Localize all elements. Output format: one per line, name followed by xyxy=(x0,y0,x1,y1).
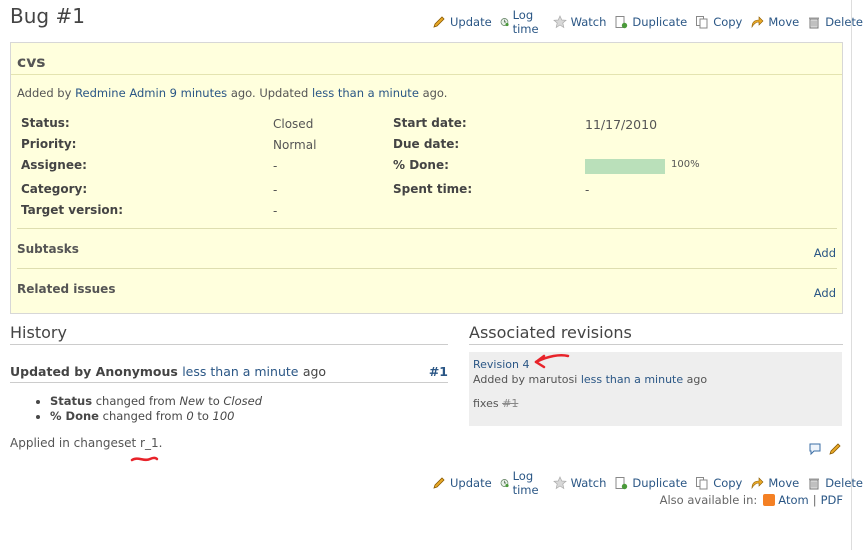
journal-number-link[interactable]: #1 xyxy=(429,364,448,379)
subject-divider xyxy=(11,74,842,75)
changeset-ref: r_1 xyxy=(140,436,159,450)
spent-time-value: - xyxy=(585,183,590,197)
category-value: - xyxy=(273,183,278,197)
journal-underline xyxy=(10,382,448,383)
revisions-heading-underline xyxy=(469,344,843,345)
revisions-heading: Associated revisions xyxy=(469,323,632,342)
progress-percent: 100% xyxy=(671,159,700,170)
delete-button[interactable]: Delete xyxy=(807,476,863,490)
due-date-label: Due date: xyxy=(393,137,460,151)
progress-bar-fill xyxy=(585,159,665,174)
subtasks-label: Subtasks xyxy=(17,242,79,256)
duplicate-button[interactable]: Duplicate xyxy=(614,15,687,29)
category-label: Category: xyxy=(21,182,88,196)
trash-icon xyxy=(809,17,820,29)
update-button[interactable]: Update xyxy=(432,15,492,29)
closed-issue-link[interactable]: #1 xyxy=(502,397,518,410)
start-date-value: 11/17/2010 xyxy=(585,117,658,132)
edit-pencil-icon[interactable] xyxy=(828,442,842,456)
revision-box: Revision 4 Added by marutosi less than a… xyxy=(469,352,842,426)
pdf-link[interactable]: PDF xyxy=(821,493,843,507)
log-time-button[interactable]: Log time xyxy=(500,469,545,497)
assignee-label: Assignee: xyxy=(21,158,87,172)
trash-icon xyxy=(809,478,820,490)
move-button[interactable]: Move xyxy=(750,476,799,490)
clock-add-icon xyxy=(500,18,509,27)
watch-button[interactable]: Watch xyxy=(552,15,606,29)
export-formats: Also available in: Atom | PDF xyxy=(659,493,843,507)
rss-feed-icon xyxy=(763,494,776,506)
copy-icon xyxy=(696,477,708,490)
issue-subject: cvs xyxy=(17,53,46,71)
document-add-icon xyxy=(615,477,628,490)
pencil-icon xyxy=(433,16,445,28)
revision-link[interactable]: Revision 4 xyxy=(473,358,529,371)
log-time-button[interactable]: Log time xyxy=(500,8,545,36)
related-issues-label: Related issues xyxy=(17,282,116,296)
revision-comment: fixes #1 xyxy=(473,397,519,410)
status-label: Status: xyxy=(21,116,70,130)
arrow-move-icon xyxy=(752,16,764,29)
star-icon xyxy=(552,476,567,490)
pencil-icon xyxy=(433,477,445,489)
status-value: Closed xyxy=(273,117,314,131)
journal-actions xyxy=(808,442,842,456)
changeset-note: Applied in changeset r_1. xyxy=(10,436,163,450)
document-add-icon xyxy=(615,16,628,29)
copy-button[interactable]: Copy xyxy=(695,15,742,29)
related-divider xyxy=(17,268,837,269)
assignee-value: - xyxy=(273,159,278,173)
red-underline-annotation xyxy=(130,456,159,462)
journal-header: Updated by Anonymous less than a minute … xyxy=(10,364,448,379)
added-time-link[interactable]: 9 minutes xyxy=(170,86,228,100)
update-button[interactable]: Update xyxy=(432,476,492,490)
add-subtask-link[interactable]: Add xyxy=(814,246,836,260)
list-item: % Done changed from 0 to 100 xyxy=(50,409,262,423)
list-item: Status changed from New to Closed xyxy=(50,394,262,408)
priority-label: Priority: xyxy=(21,137,77,151)
spent-time-label: Spent time: xyxy=(393,182,473,196)
revision-author-line: Added by marutosi less than a minute ago xyxy=(473,373,708,386)
start-date-label: Start date: xyxy=(393,116,467,130)
arrow-move-icon xyxy=(752,477,764,490)
journal-time-link[interactable]: less than a minute xyxy=(182,364,298,379)
clock-add-icon xyxy=(500,479,509,488)
updated-time-link[interactable]: less than a minute xyxy=(312,86,419,100)
copy-icon xyxy=(696,16,708,29)
journal-details-list: Status changed from New to Closed % Done… xyxy=(30,394,262,424)
history-heading: History xyxy=(10,323,67,342)
target-version-value: - xyxy=(273,204,278,218)
done-label: % Done: xyxy=(393,158,449,172)
star-icon xyxy=(552,15,567,29)
progress-bar-track xyxy=(585,159,665,174)
issue-details-box: cvs Added by Redmine Admin 9 minutes ago… xyxy=(10,42,843,314)
page-title: Bug #1 xyxy=(10,4,85,28)
duplicate-button[interactable]: Duplicate xyxy=(614,476,687,490)
quote-comment-icon[interactable] xyxy=(808,442,822,456)
copy-button[interactable]: Copy xyxy=(695,476,742,490)
scrollbar-edge xyxy=(851,0,852,550)
add-related-link[interactable]: Add xyxy=(814,286,836,300)
delete-button[interactable]: Delete xyxy=(807,15,863,29)
atom-link[interactable]: Atom xyxy=(778,493,808,507)
target-version-label: Target version: xyxy=(21,203,124,217)
subtasks-divider xyxy=(17,228,837,229)
red-arrow-annotation xyxy=(534,354,570,369)
history-heading-underline xyxy=(10,344,448,345)
watch-button[interactable]: Watch xyxy=(552,476,606,490)
move-button[interactable]: Move xyxy=(750,15,799,29)
issue-author-line: Added by Redmine Admin 9 minutes ago. Up… xyxy=(17,86,448,100)
revision-time-link[interactable]: less than a minute xyxy=(581,373,683,386)
author-link[interactable]: Redmine Admin xyxy=(75,86,166,100)
top-action-bar: Update Log time Watch Duplicate Copy Mov… xyxy=(424,8,863,36)
priority-value: Normal xyxy=(273,138,317,152)
